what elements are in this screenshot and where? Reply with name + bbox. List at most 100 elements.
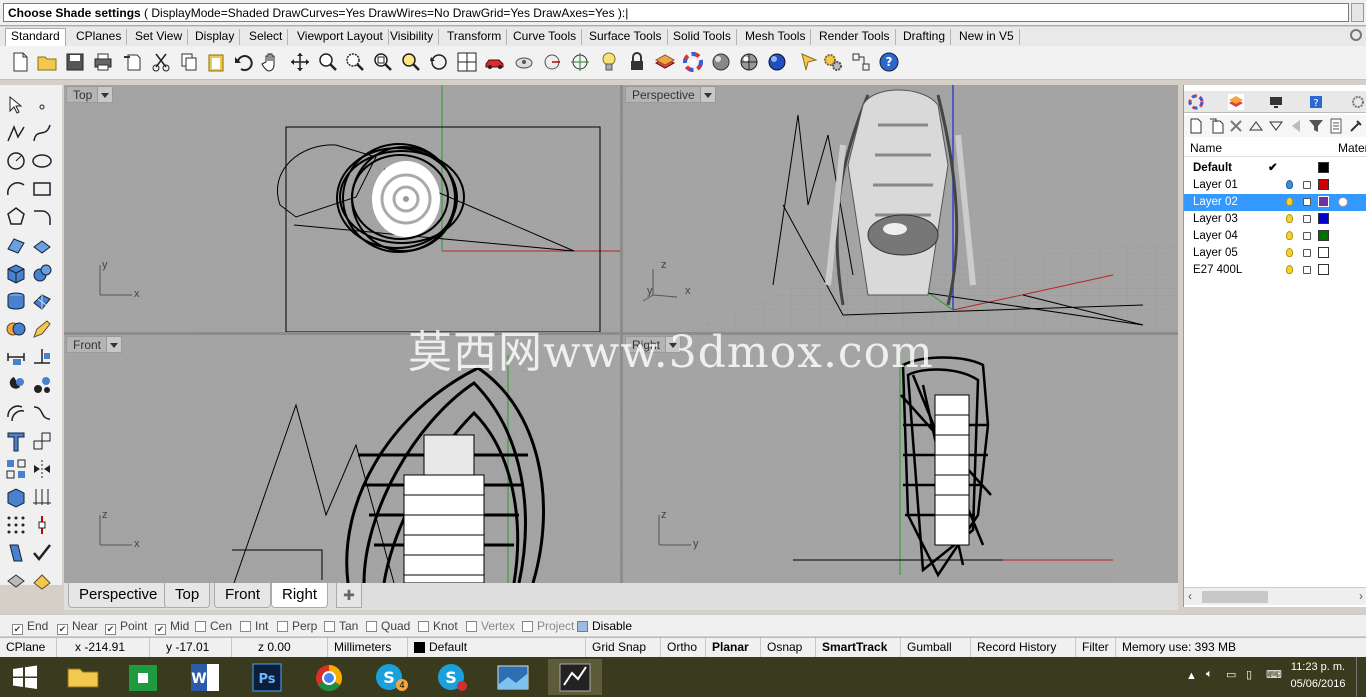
light-bulb-icon[interactable]	[1286, 231, 1293, 240]
cylinder-icon[interactable]	[4, 289, 28, 313]
osnap-mid[interactable]: ✔ Mid	[155, 619, 189, 635]
chevron-down-icon[interactable]	[703, 93, 712, 98]
windows-start-icon[interactable]	[0, 659, 50, 695]
command-prompt[interactable]: Choose Shade settings ( DisplayMode=Shad…	[3, 3, 1349, 22]
tab-render-tools[interactable]: Render Tools	[814, 29, 896, 45]
chrome-icon[interactable]	[302, 659, 356, 695]
undo-view-icon[interactable]	[428, 51, 450, 73]
chevron-up-icon[interactable]: ▲	[1186, 670, 1197, 682]
clock-date[interactable]: 05/06/2016	[1288, 678, 1348, 690]
osnap-point[interactable]: ✔ Point	[105, 619, 147, 635]
osnap-toggle[interactable]: Osnap	[761, 638, 816, 658]
tab-set-view[interactable]: Set View	[130, 29, 189, 45]
rotate-view-icon[interactable]	[289, 51, 311, 73]
sphere-solid-icon[interactable]	[30, 261, 54, 285]
right-view-canvas[interactable]	[623, 335, 1178, 583]
dimension-icon[interactable]	[4, 345, 28, 369]
shaded-sphere-icon[interactable]	[710, 51, 732, 73]
unlock-icon[interactable]	[1303, 249, 1311, 257]
layer-icon[interactable]	[654, 51, 676, 73]
chevron-down-icon[interactable]	[110, 343, 119, 348]
smarttrack-toggle[interactable]: SmartTrack	[816, 638, 901, 658]
object-snap-icon[interactable]	[513, 51, 535, 73]
viewport-title-right[interactable]: Right	[625, 336, 682, 353]
toolbar-layout-icon[interactable]	[850, 51, 872, 73]
light-bulb-icon[interactable]	[598, 51, 620, 73]
analyze-icon[interactable]	[4, 541, 28, 565]
tab-viewport-layout[interactable]: Viewport Layout	[292, 29, 389, 45]
move-left-icon[interactable]	[1288, 118, 1304, 134]
display-tab-icon[interactable]	[1268, 94, 1284, 110]
clock-time[interactable]: 11:23 p. m.	[1288, 661, 1348, 673]
viewport-tab-top[interactable]: Top	[164, 583, 211, 608]
surface-icon[interactable]	[4, 233, 28, 257]
viewport-title-front[interactable]: Front	[66, 336, 123, 353]
record-history-toggle[interactable]: Record History	[971, 638, 1076, 658]
column-material[interactable]: Mater	[1338, 141, 1366, 155]
cut-icon[interactable]	[150, 51, 172, 73]
import-icon[interactable]	[122, 51, 144, 73]
battery-icon[interactable]: ▯	[1246, 668, 1252, 681]
osnap-int[interactable]: Int	[240, 619, 268, 633]
mesh-icon[interactable]	[30, 289, 54, 313]
ellipse-icon[interactable]	[30, 149, 54, 173]
skype-icon[interactable]: S	[362, 659, 416, 695]
extrude-surface-icon[interactable]	[30, 233, 54, 257]
pan-hand-icon[interactable]	[260, 51, 282, 73]
options-flag-icon[interactable]	[798, 51, 820, 73]
command-scrollbar[interactable]	[1351, 3, 1364, 22]
viewport-title-top[interactable]: Top	[66, 86, 114, 103]
tools-icon[interactable]	[1348, 118, 1364, 134]
light-bulb-icon[interactable]	[1286, 197, 1293, 206]
offset-curve-icon[interactable]	[4, 401, 28, 425]
add-viewport-tab-icon[interactable]: ✚	[336, 583, 362, 608]
panel-horizontal-scrollbar[interactable]: ‹ ›	[1184, 587, 1366, 605]
status-layer[interactable]: Default	[408, 638, 586, 658]
tab-standard[interactable]: Standard	[5, 28, 66, 46]
front-view-canvas[interactable]	[64, 335, 620, 583]
help-tab-icon[interactable]: ?	[1308, 94, 1324, 110]
check-icon[interactable]	[30, 541, 54, 565]
light-bulb-icon[interactable]	[1286, 214, 1293, 223]
osnap-quad[interactable]: Quad	[366, 619, 410, 633]
perspective-view-canvas[interactable]	[623, 85, 1178, 332]
zoom-icon[interactable]	[317, 51, 339, 73]
file-explorer-icon[interactable]	[56, 659, 110, 695]
chevron-down-icon[interactable]	[101, 93, 110, 98]
tab-mesh-tools[interactable]: Mesh Tools	[740, 29, 812, 45]
open-folder-icon[interactable]	[36, 51, 58, 73]
show-desktop-button[interactable]	[1356, 657, 1366, 697]
unlock-icon[interactable]	[1303, 266, 1311, 274]
osnap-project[interactable]: Project	[522, 619, 574, 633]
tab-drafting[interactable]: Drafting	[898, 29, 952, 45]
photo-viewer-icon[interactable]	[486, 659, 540, 695]
unlock-icon[interactable]	[1303, 181, 1311, 189]
tab-surface-tools[interactable]: Surface Tools	[584, 29, 668, 45]
osnap-vertex[interactable]: Vertex	[466, 619, 515, 633]
panel-gear-icon[interactable]	[1350, 94, 1366, 110]
gumball-toggle[interactable]: Gumball	[901, 638, 971, 658]
filter-icon[interactable]	[1308, 118, 1324, 134]
speaker-icon[interactable]: 🔈︎	[1206, 668, 1213, 681]
polygon-icon[interactable]	[4, 205, 28, 229]
osnap-near[interactable]: ✔ Near	[57, 619, 98, 635]
layer-color-swatch[interactable]	[1318, 247, 1329, 258]
layer-row-04[interactable]: Layer 04	[1184, 228, 1366, 245]
column-name[interactable]: Name	[1190, 141, 1222, 155]
tab-new-in-v5[interactable]: New in V5	[954, 29, 1020, 45]
viewport-perspective[interactable]: z y x Perspective	[623, 85, 1178, 332]
osnap-knot[interactable]: Knot	[418, 619, 458, 633]
explode-icon[interactable]	[30, 373, 54, 397]
layer-row-01[interactable]: Layer 01	[1184, 177, 1366, 194]
osnap-end[interactable]: ✔ End	[12, 619, 48, 635]
layer-color-swatch[interactable]	[1318, 230, 1329, 241]
light-bulb-icon[interactable]	[1286, 180, 1293, 189]
status-units[interactable]: Millimeters	[328, 638, 408, 658]
gumball-icon[interactable]	[30, 513, 54, 537]
grid-snap-toggle[interactable]: Grid Snap	[586, 638, 661, 658]
filter-toggle[interactable]: Filter	[1076, 638, 1116, 658]
layer-color-swatch[interactable]	[1318, 213, 1329, 224]
text-icon[interactable]	[4, 429, 28, 453]
distance-icon[interactable]	[541, 51, 563, 73]
paint-bucket-icon[interactable]	[30, 569, 54, 593]
